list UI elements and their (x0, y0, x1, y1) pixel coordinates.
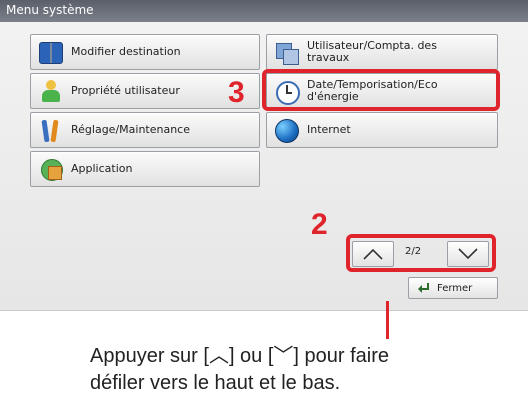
application-button[interactable]: Application (30, 151, 260, 187)
globe-icon (275, 118, 299, 143)
modifier-destination-button[interactable]: Modifier destination (30, 34, 260, 70)
utilisateur-compta-label: Utilisateur/Compta. des travaux (307, 39, 437, 64)
utilisateur-compta-button[interactable]: Utilisateur/Compta. des travaux (266, 34, 498, 70)
tools-icon (39, 118, 63, 143)
close-button[interactable]: Fermer (408, 277, 498, 299)
close-label: Fermer (437, 282, 473, 294)
accounting-icon (275, 40, 299, 65)
title-bar: Menu système (0, 0, 528, 22)
application-label: Application (71, 162, 133, 175)
propriete-utilisateur-button[interactable]: Propriété utilisateur (30, 73, 260, 109)
pointer-line (386, 301, 389, 339)
internet-button[interactable]: Internet (266, 112, 498, 148)
modifier-destination-label: Modifier destination (71, 45, 181, 58)
propriete-utilisateur-label: Propriété utilisateur (71, 84, 180, 97)
reglage-maintenance-button[interactable]: Réglage/Maintenance (30, 112, 260, 148)
application-icon (39, 157, 63, 181)
highlight-pager (346, 234, 496, 272)
return-icon (418, 283, 429, 293)
step-3-label: 3 (228, 76, 245, 109)
window-title: Menu système (6, 3, 94, 17)
user-icon (39, 79, 63, 103)
instruction-caption: Appuyer sur [︿] ou [﹀] pour faire défile… (90, 345, 390, 394)
highlight-date-temporisation (262, 69, 500, 111)
internet-label: Internet (307, 123, 351, 136)
reglage-maintenance-label: Réglage/Maintenance (71, 123, 190, 136)
step-2-label: 2 (311, 208, 328, 241)
address-book-icon (39, 40, 63, 64)
